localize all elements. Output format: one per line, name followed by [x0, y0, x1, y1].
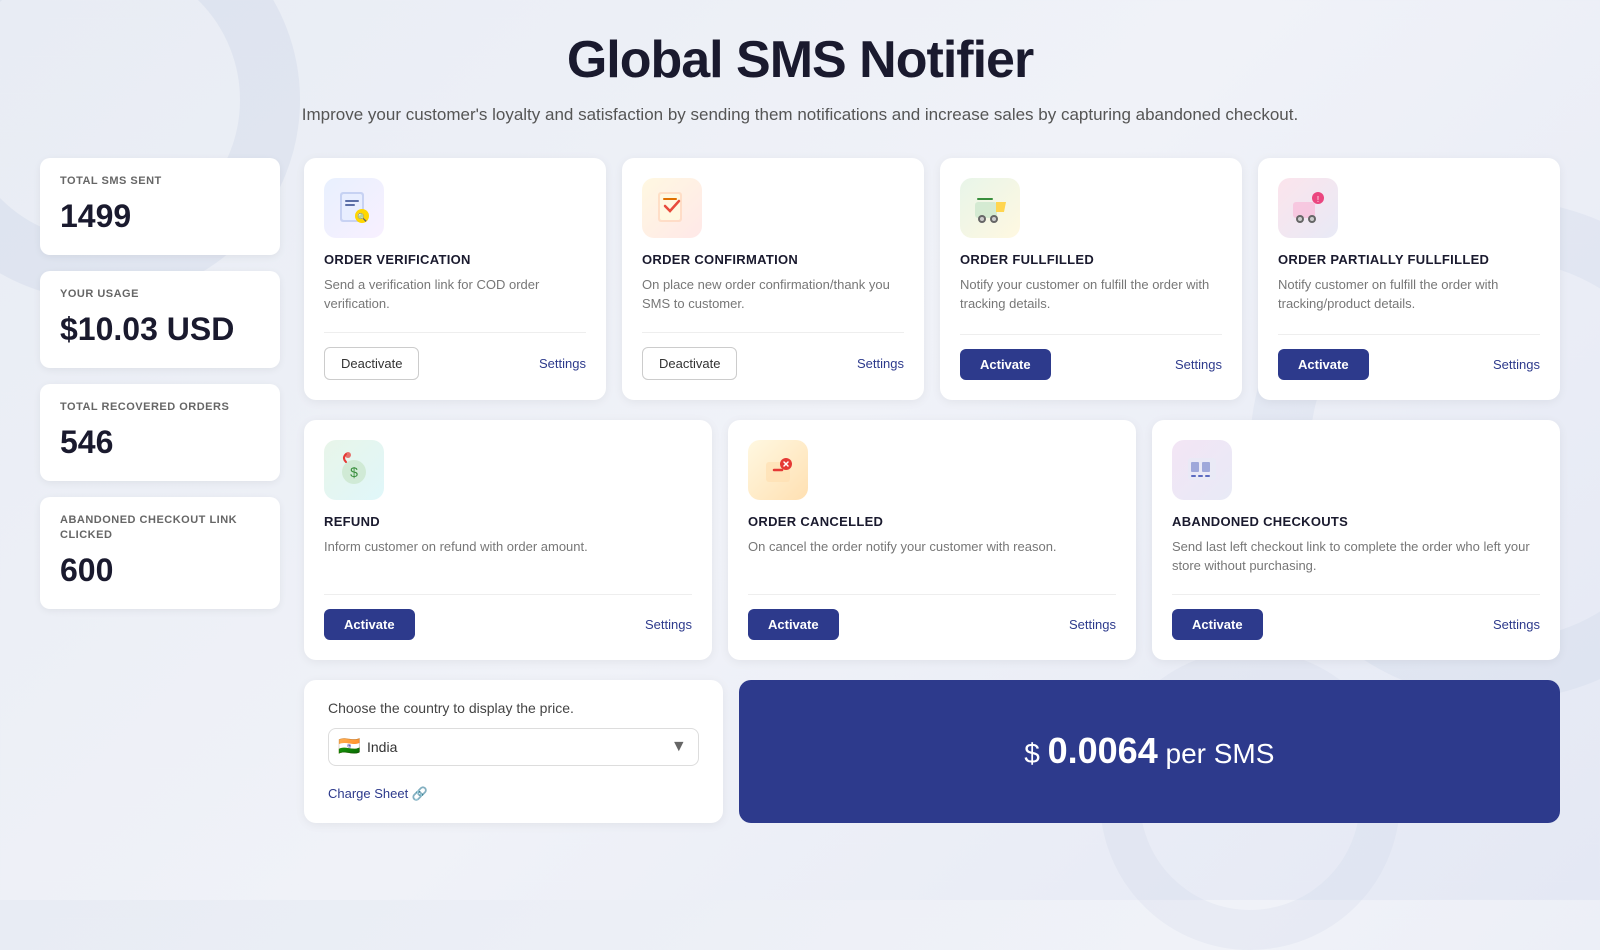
settings-order-verification-link[interactable]: Settings: [539, 356, 586, 371]
page-title: Global SMS Notifier: [40, 30, 1560, 90]
cards-row-1: 🔍 ORDER VERIFICATION Send a verification…: [304, 158, 1560, 400]
refund-icon: $: [324, 440, 384, 500]
activate-abandoned-checkouts-button[interactable]: Activate: [1172, 609, 1263, 640]
order-cancelled-icon: [748, 440, 808, 500]
price-amount: 0.0064: [1048, 730, 1158, 771]
settings-order-fulfilled-link[interactable]: Settings: [1175, 357, 1222, 372]
settings-order-confirmation-link[interactable]: Settings: [857, 356, 904, 371]
stat-card-total-sms-sent: TOTAL SMS SENT 1499: [40, 158, 280, 255]
svg-text:🔍: 🔍: [357, 212, 367, 222]
card-order-verification: 🔍 ORDER VERIFICATION Send a verification…: [304, 158, 606, 400]
card-order-cancelled-actions: Activate Settings: [748, 609, 1116, 640]
card-order-fulfilled-actions: Activate Settings: [960, 349, 1222, 380]
card-order-confirmation: ORDER CONFIRMATION On place new order co…: [622, 158, 924, 400]
order-fulfilled-icon: [960, 178, 1020, 238]
price-prefix: $: [1024, 738, 1047, 769]
deactivate-order-confirmation-button[interactable]: Deactivate: [642, 347, 737, 380]
stat-card-your-usage: YOUR USAGE $10.03 USD: [40, 271, 280, 368]
country-selector-card: Choose the country to display the price.…: [304, 680, 723, 823]
card-order-cancelled: ORDER CANCELLED On cancel the order noti…: [728, 420, 1136, 660]
card-order-fulfilled: ORDER FULLFILLED Notify your customer on…: [940, 158, 1242, 400]
card-order-partial-actions: Activate Settings: [1278, 349, 1540, 380]
settings-refund-link[interactable]: Settings: [645, 617, 692, 632]
abandoned-checkouts-icon: [1172, 440, 1232, 500]
country-selector-label: Choose the country to display the price.: [328, 700, 699, 716]
card-abandoned-checkouts-actions: Activate Settings: [1172, 609, 1540, 640]
sidebar: TOTAL SMS SENT 1499 YOUR USAGE $10.03 US…: [40, 158, 280, 609]
activate-order-partial-button[interactable]: Activate: [1278, 349, 1369, 380]
content-area: 🔍 ORDER VERIFICATION Send a verification…: [304, 158, 1560, 823]
activate-order-cancelled-button[interactable]: Activate: [748, 609, 839, 640]
card-order-verification-actions: Deactivate Settings: [324, 347, 586, 380]
country-select[interactable]: India United States United Kingdom: [328, 728, 699, 766]
svg-text:$: $: [350, 464, 358, 480]
price-text: $ 0.0064 per SMS: [1024, 730, 1274, 772]
stat-card-total-recovered-orders: TOTAL RECOVERED ORDERS 546: [40, 384, 280, 481]
activate-order-fulfilled-button[interactable]: Activate: [960, 349, 1051, 380]
price-suffix: per SMS: [1158, 738, 1275, 769]
order-verification-icon: 🔍: [324, 178, 384, 238]
cards-row-2: $ REFUND Inform customer on refund with …: [304, 420, 1560, 660]
card-order-partial: ! ORDER PARTIALLY FULLFILLED Notify cust…: [1258, 158, 1560, 400]
page-header: Global SMS Notifier Improve your custome…: [40, 30, 1560, 128]
svg-text:!: !: [1317, 195, 1319, 204]
charge-sheet-link[interactable]: Charge Sheet 🔗: [328, 786, 428, 802]
stat-card-abandoned-checkout-link-clicked: ABANDONED CHECKOUT LINK CLICKED 600: [40, 497, 280, 609]
bottom-section: Choose the country to display the price.…: [304, 680, 1560, 823]
deactivate-order-verification-button[interactable]: Deactivate: [324, 347, 419, 380]
settings-order-cancelled-link[interactable]: Settings: [1069, 617, 1116, 632]
settings-abandoned-checkouts-link[interactable]: Settings: [1493, 617, 1540, 632]
activate-refund-button[interactable]: Activate: [324, 609, 415, 640]
order-partial-icon: !: [1278, 178, 1338, 238]
settings-order-partial-link[interactable]: Settings: [1493, 357, 1540, 372]
card-order-confirmation-actions: Deactivate Settings: [642, 347, 904, 380]
page-subtitle: Improve your customer's loyalty and sati…: [40, 102, 1560, 128]
card-abandoned-checkouts: ABANDONED CHECKOUTS Send last left check…: [1152, 420, 1560, 660]
card-refund: $ REFUND Inform customer on refund with …: [304, 420, 712, 660]
card-refund-actions: Activate Settings: [324, 609, 692, 640]
order-confirmation-icon: [642, 178, 702, 238]
price-banner: $ 0.0064 per SMS: [739, 680, 1560, 823]
